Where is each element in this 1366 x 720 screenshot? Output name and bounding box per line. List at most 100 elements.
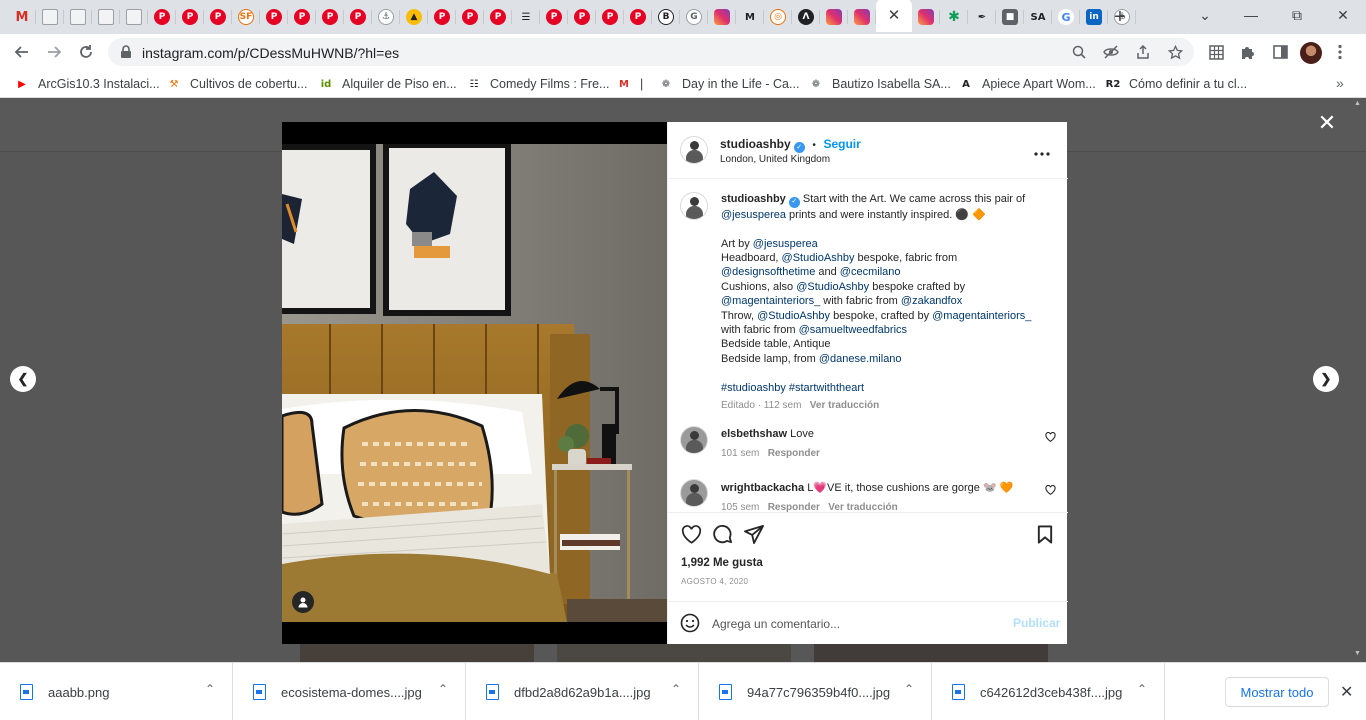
bookmark-item[interactable]: ❁ Day in the Life - Ca...	[658, 76, 800, 92]
bookmark-item[interactable]: ❁ Bautizo Isabella SA...	[808, 76, 951, 92]
reply-button[interactable]: Responder	[768, 502, 820, 512]
tab-gmail[interactable]: M	[8, 4, 36, 30]
profile-avatar[interactable]	[1300, 42, 1322, 64]
caption-mention-link[interactable]: @samueltweedfabrics	[799, 324, 907, 336]
tab-pinterest[interactable]: P	[624, 4, 652, 30]
download-options-chevron-icon[interactable]: ⌃	[205, 682, 215, 696]
bookmark-item[interactable]: M |	[616, 76, 643, 92]
tab-pinterest[interactable]: P	[540, 4, 568, 30]
commenter-username[interactable]: wrightbackacha	[721, 482, 804, 494]
tab-pinterest[interactable]: P	[204, 4, 232, 30]
tab-striped-site[interactable]: ☰	[512, 4, 540, 30]
caption-mention-link[interactable]: @zakandfox	[901, 295, 962, 307]
download-options-chevron-icon[interactable]: ⌃	[671, 682, 681, 696]
eye-off-icon[interactable]	[1102, 44, 1120, 60]
tab-pinterest[interactable]: P	[260, 4, 288, 30]
previous-post-button[interactable]: ❮	[10, 366, 36, 392]
bookmark-item[interactable]: ▶ ArcGis10.3 Instalaci...	[14, 76, 159, 92]
tab-instagram[interactable]	[912, 4, 940, 30]
tab-instagram[interactable]	[820, 4, 848, 30]
tab-asterisk-site[interactable]: ✱	[940, 4, 968, 30]
commenter-avatar[interactable]	[680, 479, 708, 507]
more-options-icon[interactable]	[1034, 140, 1050, 161]
download-options-chevron-icon[interactable]: ⌃	[1137, 682, 1147, 696]
scroll-up-arrow-icon[interactable]: ▲	[1354, 100, 1361, 107]
comment-button[interactable]	[711, 523, 733, 545]
forward-button[interactable]	[42, 40, 66, 64]
emoji-icon[interactable]	[680, 613, 700, 633]
tab-close-icon[interactable]: ✕	[888, 6, 901, 24]
download-item[interactable]: c642612d3ceb438f....jpg ⌃	[932, 663, 1165, 720]
tab-target[interactable]: ◎	[764, 4, 792, 30]
tab-instagram[interactable]	[848, 4, 876, 30]
caption-edited-age[interactable]: Editado · 112 sem	[721, 400, 801, 411]
tab-instagram[interactable]	[708, 4, 736, 30]
caption-mention-link[interactable]: @designsofthetime	[721, 266, 815, 278]
comment-age[interactable]: 101 sem	[721, 448, 759, 459]
share-icon[interactable]	[1134, 44, 1152, 60]
bookmark-item[interactable]: ⚒ Cultivos de cobertu...	[166, 76, 308, 92]
active-tab[interactable]: ✕	[876, 0, 912, 32]
caption-translate-link[interactable]: Ver traducción	[810, 400, 879, 411]
caption-mention-link[interactable]: @jesusperea	[753, 238, 818, 250]
tab-google[interactable]: G	[1052, 4, 1080, 30]
caption-mention-link[interactable]: @StudioAshby	[757, 310, 830, 322]
kebab-menu-icon[interactable]	[1330, 43, 1350, 61]
download-item[interactable]: 94a77c796359b4f0....jpg ⌃	[699, 663, 932, 720]
commenter-avatar[interactable]	[680, 426, 708, 454]
close-downloads-button[interactable]: ✕	[1340, 682, 1353, 702]
caption-mention-link[interactable]: @magentainteriors_	[932, 310, 1031, 322]
save-post-button[interactable]	[1034, 523, 1056, 545]
tab-pinterest[interactable]: P	[456, 4, 484, 30]
show-all-downloads-button[interactable]: Mostrar todo	[1225, 677, 1329, 707]
tab-medium[interactable]: M	[736, 4, 764, 30]
reply-button[interactable]: Responder	[768, 448, 820, 459]
tab-pinterest[interactable]: P	[316, 4, 344, 30]
download-options-chevron-icon[interactable]: ⌃	[904, 682, 914, 696]
caption-mention-link[interactable]: @magentainteriors_	[721, 295, 820, 307]
tab-cube-site[interactable]: ■	[996, 4, 1024, 30]
bookmark-star-icon[interactable]	[1166, 44, 1184, 60]
caption-mention-link[interactable]: @jesusperea	[721, 209, 786, 221]
extensions-puzzle-icon[interactable]	[1238, 43, 1258, 61]
reload-button[interactable]	[74, 40, 98, 64]
tab-newspaper[interactable]	[64, 4, 92, 30]
publish-button[interactable]: Publicar	[1013, 616, 1060, 630]
modal-close-button[interactable]: ✕	[1316, 110, 1338, 135]
bookmarks-overflow-button[interactable]: »	[1336, 75, 1344, 91]
caption-mention-link[interactable]: @StudioAshby	[796, 281, 869, 293]
share-post-button[interactable]	[743, 523, 765, 545]
like-count[interactable]: 1,992 Me gusta	[681, 557, 763, 569]
download-item[interactable]: aaabb.png ⌃	[0, 663, 233, 720]
bookmark-item[interactable]: id Alquiler de Piso en...	[318, 76, 457, 92]
address-bar[interactable]: instagram.com/p/CDessMuHWNB/?hl=es	[108, 38, 1194, 66]
new-tab-button[interactable]: +	[1108, 5, 1132, 29]
comment-like-icon[interactable]	[1045, 485, 1056, 498]
author-avatar[interactable]	[680, 136, 708, 164]
next-post-button[interactable]: ❯	[1313, 366, 1339, 392]
tab-search-button[interactable]: ⌄	[1182, 0, 1228, 30]
author-username[interactable]: studioashby	[720, 137, 791, 151]
like-button[interactable]	[680, 523, 702, 545]
tab-sf[interactable]: SF	[232, 4, 260, 30]
tab-pinterest[interactable]: P	[596, 4, 624, 30]
window-close-button[interactable]: ✕	[1320, 0, 1366, 30]
tab-pinterest[interactable]: P	[176, 4, 204, 30]
caption-username[interactable]: studioashby	[721, 193, 786, 205]
back-button[interactable]	[10, 40, 34, 64]
download-item[interactable]: dfbd2a8d62a9b1a....jpg ⌃	[466, 663, 699, 720]
tab-document[interactable]	[36, 4, 64, 30]
tab-tools-site[interactable]: ✒	[968, 4, 996, 30]
scroll-down-arrow-icon[interactable]: ▼	[1354, 650, 1361, 657]
side-panel-icon[interactable]	[1270, 43, 1290, 61]
tab-pinterest[interactable]: P	[484, 4, 512, 30]
url-text[interactable]: instagram.com/p/CDessMuHWNB/?hl=es	[142, 45, 399, 61]
tab-g-site[interactable]: G	[680, 4, 708, 30]
tab-newspaper[interactable]	[92, 4, 120, 30]
tab-linkedin[interactable]: in	[1080, 4, 1108, 30]
tab-yellow-site[interactable]: ▲	[400, 4, 428, 30]
post-photo[interactable]	[282, 144, 667, 622]
caption-mention-link[interactable]: #studioashby #startwiththeart	[721, 382, 864, 394]
minimize-button[interactable]: —	[1228, 0, 1274, 30]
tab-triangle-site[interactable]: Λ	[792, 4, 820, 30]
